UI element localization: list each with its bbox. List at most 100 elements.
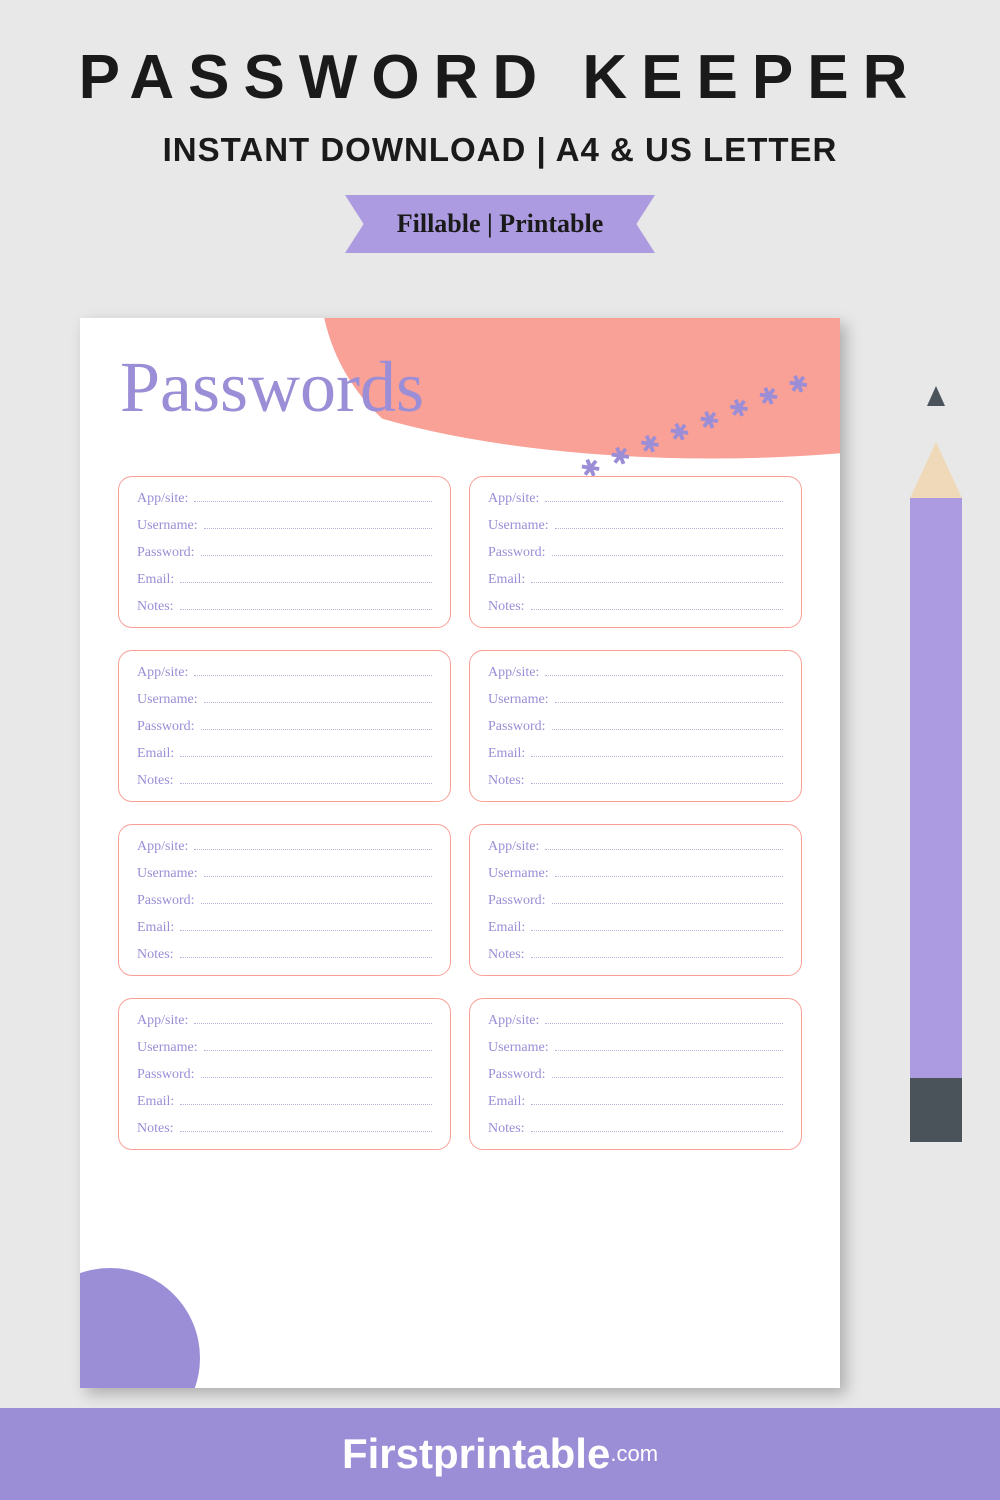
field-line[interactable] bbox=[180, 1122, 432, 1132]
field-label: Email: bbox=[488, 1094, 525, 1110]
field-label: App/site: bbox=[137, 665, 188, 681]
field-line[interactable] bbox=[180, 948, 432, 958]
field-label: Username: bbox=[488, 518, 549, 534]
field-line[interactable] bbox=[531, 1122, 783, 1132]
field-line[interactable] bbox=[204, 867, 432, 877]
field-line[interactable] bbox=[545, 840, 783, 850]
field-row: App/site: bbox=[137, 491, 432, 507]
field-line[interactable] bbox=[180, 600, 432, 610]
field-row: Email: bbox=[488, 572, 783, 588]
password-card: App/site: Username: Password: Email: Notes: bbox=[118, 476, 451, 628]
page-heading: Passwords bbox=[120, 346, 424, 429]
field-row: Email: bbox=[137, 1094, 432, 1110]
field-row: Username: bbox=[137, 692, 432, 708]
field-label: Notes: bbox=[137, 773, 174, 789]
field-row: Email: bbox=[488, 920, 783, 936]
field-line[interactable] bbox=[201, 720, 432, 730]
field-row: App/site: bbox=[137, 665, 432, 681]
field-line[interactable] bbox=[201, 1068, 432, 1078]
field-line[interactable] bbox=[555, 1041, 783, 1051]
field-line[interactable] bbox=[555, 519, 783, 529]
cards-grid: App/site:Username:Password:Email:Notes:A… bbox=[118, 476, 802, 1150]
field-line[interactable] bbox=[180, 573, 432, 583]
field-line[interactable] bbox=[531, 1095, 783, 1105]
field-line[interactable] bbox=[194, 840, 432, 850]
field-line[interactable] bbox=[545, 492, 783, 502]
field-row: Notes: bbox=[137, 773, 432, 789]
field-label: Username: bbox=[488, 1040, 549, 1056]
field-line[interactable] bbox=[545, 666, 783, 676]
field-label: App/site: bbox=[137, 491, 188, 507]
field-line[interactable] bbox=[552, 546, 783, 556]
field-label: Notes: bbox=[488, 773, 525, 789]
field-line[interactable] bbox=[531, 600, 783, 610]
field-line[interactable] bbox=[180, 921, 432, 931]
field-label: Notes: bbox=[137, 1121, 174, 1137]
field-row: Notes: bbox=[488, 1121, 783, 1137]
field-line[interactable] bbox=[204, 1041, 432, 1051]
field-row: Username: bbox=[137, 518, 432, 534]
pencil-eraser bbox=[910, 1078, 962, 1142]
field-line[interactable] bbox=[201, 894, 432, 904]
field-row: Password: bbox=[137, 893, 432, 909]
field-label: Username: bbox=[137, 692, 198, 708]
field-line[interactable] bbox=[552, 894, 783, 904]
field-label: Email: bbox=[488, 920, 525, 936]
field-label: App/site: bbox=[137, 1013, 188, 1029]
field-line[interactable] bbox=[531, 774, 783, 784]
password-card: App/site: Username: Password: Email: Notes: bbox=[469, 998, 802, 1150]
field-row: App/site: bbox=[488, 665, 783, 681]
field-line[interactable] bbox=[555, 867, 783, 877]
password-card: App/site:Username:Password:Email:Notes: bbox=[118, 650, 451, 802]
field-label: Notes: bbox=[488, 947, 525, 963]
pencil-lead bbox=[927, 386, 945, 406]
field-row: Email: bbox=[137, 746, 432, 762]
field-label: Username: bbox=[137, 1040, 198, 1056]
field-row: Password: bbox=[137, 1067, 432, 1083]
ribbon-banner: Fillable | Printable bbox=[345, 195, 655, 253]
field-row: Notes: bbox=[488, 947, 783, 963]
field-label: Notes: bbox=[488, 599, 525, 615]
field-line[interactable] bbox=[180, 747, 432, 757]
field-line[interactable] bbox=[531, 573, 783, 583]
field-row: Email: bbox=[137, 572, 432, 588]
field-line[interactable] bbox=[180, 774, 432, 784]
field-label: Notes: bbox=[488, 1121, 525, 1137]
field-line[interactable] bbox=[531, 921, 783, 931]
ribbon-text: Fillable | Printable bbox=[397, 209, 604, 239]
field-line[interactable] bbox=[552, 1068, 783, 1078]
field-label: Email: bbox=[488, 746, 525, 762]
field-row: App/site: bbox=[137, 839, 432, 855]
field-row: Password: bbox=[488, 1067, 783, 1083]
field-label: App/site: bbox=[137, 839, 188, 855]
field-line[interactable] bbox=[194, 666, 432, 676]
field-label: Notes: bbox=[137, 599, 174, 615]
field-line[interactable] bbox=[545, 1014, 783, 1024]
field-row: Notes: bbox=[137, 599, 432, 615]
field-line[interactable] bbox=[204, 519, 432, 529]
footer-bar: Firstprintable .com bbox=[0, 1408, 1000, 1500]
password-card: App/site:Username:Password:Email:Notes: bbox=[469, 476, 802, 628]
subtitle: INSTANT DOWNLOAD | A4 & US LETTER bbox=[0, 131, 1000, 169]
field-line[interactable] bbox=[194, 492, 432, 502]
field-label: Password: bbox=[488, 1067, 546, 1083]
field-label: App/site: bbox=[488, 665, 539, 681]
flower-icon bbox=[637, 431, 666, 460]
field-line[interactable] bbox=[531, 747, 783, 757]
field-line[interactable] bbox=[552, 720, 783, 730]
field-line[interactable] bbox=[531, 948, 783, 958]
field-label: Email: bbox=[488, 572, 525, 588]
flower-icon bbox=[607, 443, 636, 472]
purple-corner-decoration bbox=[80, 1268, 200, 1388]
field-line[interactable] bbox=[555, 693, 783, 703]
field-row: Password: bbox=[488, 545, 783, 561]
field-line[interactable] bbox=[201, 546, 432, 556]
field-line[interactable] bbox=[180, 1095, 432, 1105]
field-label: App/site: bbox=[488, 1013, 539, 1029]
field-line[interactable] bbox=[204, 693, 432, 703]
field-row: Password: bbox=[137, 545, 432, 561]
field-row: App/site: bbox=[137, 1013, 432, 1029]
field-label: Password: bbox=[488, 545, 546, 561]
field-line[interactable] bbox=[194, 1014, 432, 1024]
footer-domain: .com bbox=[610, 1441, 658, 1467]
